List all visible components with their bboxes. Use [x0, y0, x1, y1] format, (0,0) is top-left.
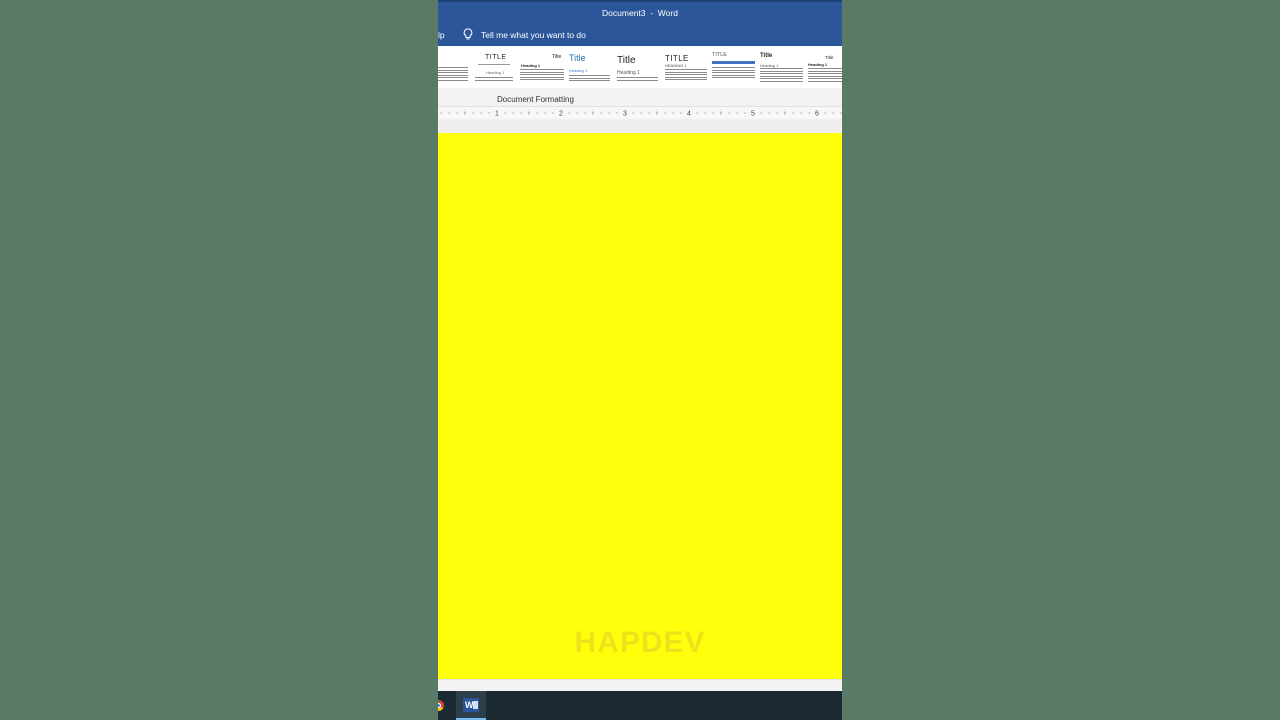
document-margin: [438, 119, 842, 133]
style-set-title: TITLE: [485, 54, 507, 61]
style-set-heading: Heading 1: [521, 63, 541, 68]
style-set-title: Title: [617, 55, 636, 66]
ruler-number: 5: [751, 111, 755, 118]
style-set-title: Title: [825, 55, 834, 60]
taskbar: W: [438, 691, 842, 720]
style-set-heading: HEADING 1: [665, 63, 687, 68]
style-set-item[interactable]: TITLE: [712, 49, 756, 86]
horizontal-ruler[interactable]: 1 2 3 4 5 6: [438, 107, 842, 119]
word-window: Document3 - Word lp Tell me what you wan…: [438, 0, 842, 720]
tell-me-bar: lp Tell me what you want to do: [438, 24, 842, 46]
watermark: HAPDEV: [574, 626, 706, 659]
style-set-heading: Heading 1: [486, 70, 505, 75]
style-set-title: TITLE: [665, 54, 689, 63]
lightbulb-icon: [463, 28, 473, 40]
window-title: Document3 - Word: [602, 8, 678, 18]
chrome-icon[interactable]: [438, 700, 444, 711]
ribbon-group-label: Document Formatting: [497, 95, 574, 104]
style-set-item[interactable]: TITLE HEADING 1: [664, 49, 708, 86]
style-set-heading: Heading 1: [617, 70, 640, 76]
ribbon-group-row: Document Formatting: [438, 88, 842, 107]
tab-help[interactable]: lp: [438, 30, 445, 40]
word-icon: W: [463, 698, 479, 712]
tell-me-search[interactable]: Tell me what you want to do: [481, 30, 586, 40]
style-set-item[interactable]: TITLE Heading 1: [472, 49, 516, 86]
style-set-item[interactable]: Title Heading 1: [808, 49, 842, 86]
ruler-scale: 1 2 3 4 5 6: [440, 111, 842, 118]
style-set-item[interactable]: [438, 49, 468, 86]
document-page[interactable]: HAPDEV: [438, 133, 842, 679]
ruler-number: 2: [559, 111, 563, 118]
taskbar-word-button[interactable]: W: [456, 691, 486, 720]
style-set-title: Title: [552, 54, 562, 60]
ruler-number: 3: [623, 111, 627, 118]
style-set-item[interactable]: Title Heading 1: [616, 49, 660, 86]
ruler-number: 1: [495, 111, 499, 118]
style-set-item[interactable]: Title Heading 1: [568, 49, 612, 86]
ruler-number: 4: [687, 111, 691, 118]
style-set-item[interactable]: Title Heading 1: [760, 49, 804, 86]
ruler-number: 6: [815, 111, 819, 118]
style-set-item[interactable]: Title Heading 1: [520, 49, 564, 86]
title-bar: Document3 - Word: [438, 0, 842, 24]
style-set-heading: Heading 1: [808, 62, 828, 67]
style-set-gallery: TITLE Heading 1 Title Heading 1 Title He…: [438, 46, 842, 88]
style-set-title: TITLE: [712, 52, 727, 58]
style-set-title: Title: [569, 53, 586, 63]
style-set-title: Title: [760, 53, 773, 59]
style-set-heading: Heading 1: [569, 68, 588, 73]
